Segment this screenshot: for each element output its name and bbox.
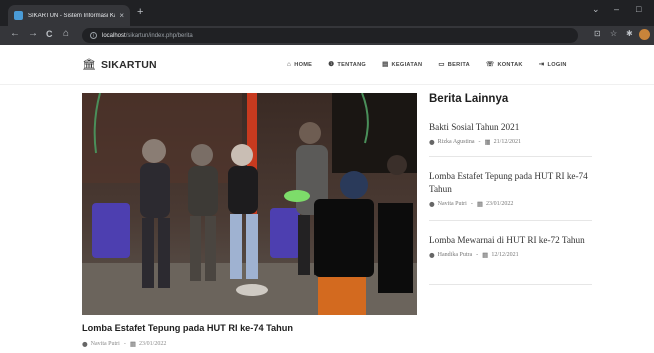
site-info-icon[interactable]: i (90, 32, 97, 39)
meta-separator: - (123, 341, 126, 348)
main-menu: ⌂ HOME ❶ TENTANG ▤ KEGIATAN ▭ BERITA ☏ K… (287, 61, 583, 69)
url-path: /sikartun/index.php/berita (125, 32, 193, 39)
menu-label: KEGIATAN (391, 62, 423, 69)
calendar-icon: ▦ (129, 340, 136, 348)
calendar-icon: ▦ (476, 200, 483, 208)
menu-label: HOME (294, 62, 313, 69)
article-title[interactable]: Lomba Estafet Tepung pada HUT RI ke-74 T… (82, 323, 293, 333)
browser-toolbar: ← → C ⌂ i localhost/sikartun/index.php/b… (0, 26, 654, 45)
sidebar-news-item[interactable]: Lomba Mewarnai di HUT RI ke-72 Tahun ● H… (429, 234, 592, 285)
menu-item-kegiatan[interactable]: ▤ KEGIATAN (382, 61, 423, 69)
share-icon[interactable]: ⊡ (594, 30, 601, 38)
news-date: 21/12/2021 (493, 139, 522, 146)
brand-name: SIKARTUN (100, 59, 157, 71)
meta-separator: - (476, 252, 479, 259)
user-icon: ● (82, 340, 88, 348)
photo-illustration (82, 93, 417, 315)
profile-avatar[interactable] (639, 29, 650, 40)
news-date: 12/12/2021 (491, 252, 519, 259)
news-author: Navita Putri (437, 201, 467, 208)
extensions-icon[interactable]: ✱ (626, 30, 633, 38)
menu-item-tentang[interactable]: ❶ TENTANG (328, 61, 367, 69)
reload-icon[interactable]: C (46, 30, 53, 39)
news-title[interactable]: Bakti Sosial Tahun 2021 (429, 121, 592, 134)
news-title[interactable]: Lomba Estafet Tepung pada HUT RI ke-74 T… (429, 170, 592, 196)
user-icon: ● (429, 200, 435, 208)
article-date: 23/01/2022 (139, 341, 167, 348)
menu-item-kontak[interactable]: ☏ KONTAK (486, 61, 523, 69)
menu-item-berita[interactable]: ▭ BERITA (438, 61, 470, 69)
sidebar-news-item[interactable]: Bakti Sosial Tahun 2021 ● Rizka Agustina… (429, 121, 592, 157)
sidebar-news-item[interactable]: Lomba Estafet Tepung pada HUT RI ke-74 T… (429, 170, 592, 221)
menu-item-home[interactable]: ⌂ HOME (287, 61, 313, 69)
news-date: 23/01/2022 (486, 201, 514, 208)
bookmark-star-icon[interactable]: ☆ (610, 30, 617, 38)
new-tab-button[interactable]: + (137, 7, 143, 18)
browser-tab-bar: SIKARTUN - Sistem Informasi Ka × + ⌄ – □ (0, 0, 654, 26)
user-icon: ● (429, 138, 435, 146)
calendar-icon: ▦ (484, 138, 491, 146)
menu-label: BERITA (447, 62, 470, 69)
menu-item-login[interactable]: ⇥ LOGIN (538, 61, 567, 69)
phone-icon: ☏ (486, 61, 495, 68)
news-author: Rizka Agustina (437, 139, 475, 146)
tab-title: SIKARTUN - Sistem Informasi Ka (28, 12, 116, 19)
info-icon: ❶ (328, 61, 335, 68)
list-icon: ▤ (382, 61, 389, 68)
tab-close-icon[interactable]: × (119, 11, 124, 20)
back-icon[interactable]: ← (10, 29, 20, 39)
meta-separator: - (478, 139, 481, 146)
news-title[interactable]: Lomba Mewarnai di HUT RI ke-72 Tahun (429, 234, 592, 247)
login-icon: ⇥ (538, 61, 545, 68)
window-close-icon[interactable]: □ (636, 5, 641, 14)
menu-label: TENTANG (337, 62, 367, 69)
news-meta: ● Rizka Agustina - ▦ 21/12/2021 (429, 139, 592, 146)
article-meta: ● Navita Putri - ▦ 23/01/2022 (82, 341, 166, 348)
building-icon: 🏛 (82, 58, 96, 71)
forward-icon[interactable]: → (28, 29, 38, 39)
home-icon[interactable]: ⌂ (63, 29, 69, 39)
user-icon: ● (429, 251, 435, 259)
favicon-icon (14, 11, 23, 20)
menu-label: KONTAK (497, 62, 523, 69)
site-brand[interactable]: 🏛 SIKARTUN (82, 59, 157, 71)
news-meta: ● Navita Putri - ▦ 23/01/2022 (429, 201, 592, 208)
home-icon: ⌂ (287, 61, 292, 68)
article-author: Navita Putri (90, 341, 120, 348)
meta-separator: - (470, 201, 473, 208)
address-bar[interactable]: i localhost/sikartun/index.php/berita (82, 28, 578, 43)
site-navbar: 🏛 SIKARTUN ⌂ HOME ❶ TENTANG ▤ KEGIATAN ▭… (0, 45, 654, 85)
news-author: Handika Putra (437, 252, 473, 259)
menu-label: LOGIN (547, 62, 567, 69)
url-host: localhost (102, 32, 126, 39)
window-minimize-icon[interactable]: ⌄ (592, 5, 600, 14)
calendar-icon: ▦ (482, 251, 489, 259)
newspaper-icon: ▭ (438, 61, 445, 68)
news-meta: ● Handika Putra - ▦ 12/12/2021 (429, 252, 592, 259)
article-image[interactable] (82, 93, 417, 315)
window-restore-icon[interactable]: – (614, 5, 619, 14)
browser-tab[interactable]: SIKARTUN - Sistem Informasi Ka × (8, 5, 130, 26)
sidebar-title: Berita Lainnya (429, 93, 509, 105)
